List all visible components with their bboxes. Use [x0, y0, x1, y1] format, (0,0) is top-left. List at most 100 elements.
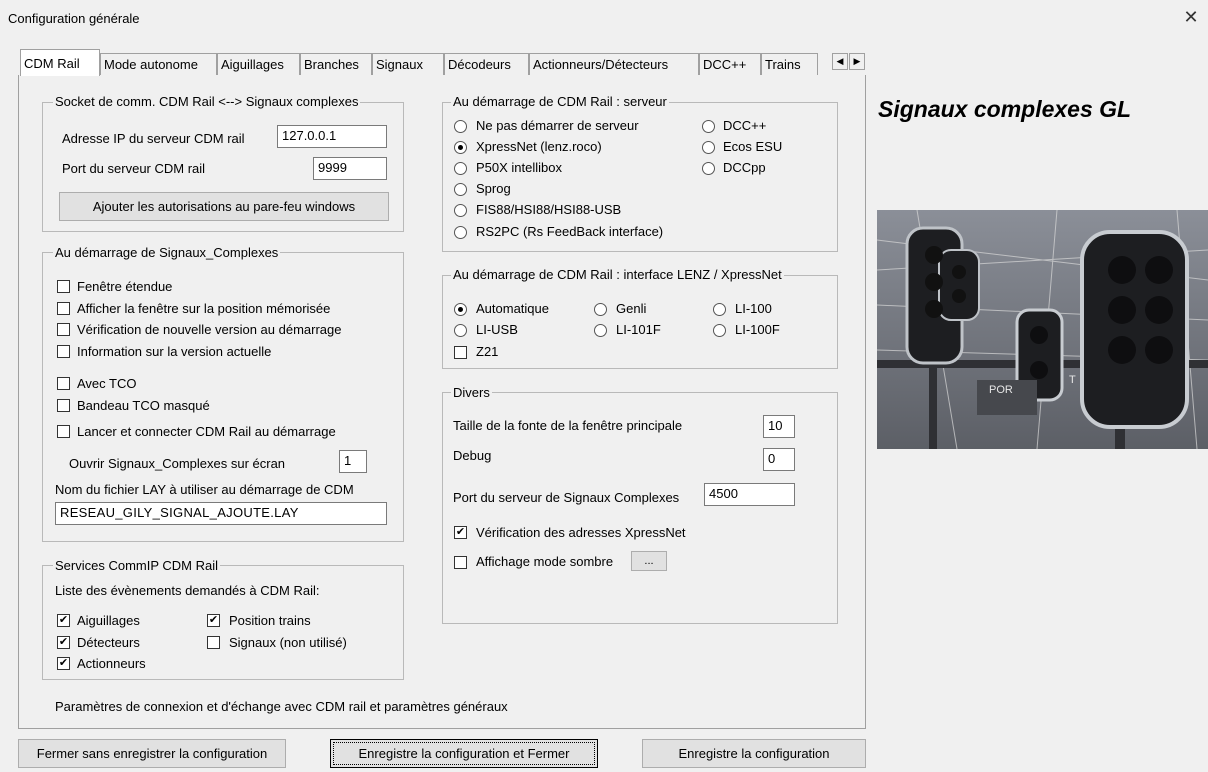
- startup-sc-legend: Au démarrage de Signaux_Complexes: [53, 245, 281, 260]
- check-update-label: Vérification de nouvelle version au déma…: [77, 322, 342, 337]
- debug-label: Debug: [453, 448, 492, 463]
- server-sprog-radio[interactable]: [454, 183, 467, 196]
- lenz-liusb-label: LI-USB: [476, 322, 518, 337]
- extended-window-checkbox[interactable]: [57, 280, 70, 293]
- launch-cdm-checkbox[interactable]: [57, 425, 70, 438]
- check-update-checkbox[interactable]: [57, 323, 70, 336]
- save-and-close-button[interactable]: Enregistre la configuration et Fermer: [330, 739, 598, 768]
- screen-input[interactable]: 1: [339, 450, 367, 473]
- photo-text-t: T: [1069, 374, 1076, 386]
- lenz-auto-radio[interactable]: [454, 303, 467, 316]
- z21-checkbox[interactable]: [454, 346, 467, 359]
- startup-sc-group: [42, 252, 404, 542]
- lenz-liusb-radio[interactable]: [454, 324, 467, 337]
- server-dccpp-plus-label: DCC++: [723, 118, 767, 133]
- server-ecos-label: Ecos ESU: [723, 139, 783, 154]
- server-p50x-label: P50X intellibox: [476, 160, 562, 175]
- position-trains-checkbox[interactable]: ✔: [207, 614, 220, 627]
- dark-mode-checkbox[interactable]: [454, 556, 467, 569]
- sc-port-input[interactable]: 4500: [704, 483, 795, 506]
- arrow-left-icon[interactable]: ◀: [832, 53, 848, 70]
- server-xpressnet-label: XpressNet (lenz.roco): [476, 139, 602, 154]
- screen-label: Ouvrir Signaux_Complexes sur écran: [69, 456, 286, 471]
- save-button[interactable]: Enregistre la configuration: [642, 739, 866, 768]
- services-intro: Liste des évènements demandés à CDM Rail…: [55, 583, 320, 598]
- aiguillages-label: Aiguillages: [77, 613, 140, 628]
- lenz-li100-radio[interactable]: [713, 303, 726, 316]
- dark-mode-options-button[interactable]: ...: [631, 551, 667, 571]
- dark-mode-label: Affichage mode sombre: [476, 554, 614, 569]
- server-xpressnet-radio[interactable]: [454, 141, 467, 154]
- lenz-genli-label: Genli: [616, 301, 647, 316]
- lenz-li100f-radio[interactable]: [713, 324, 726, 337]
- server-dccpp-plus-radio[interactable]: [702, 120, 715, 133]
- tab-trains[interactable]: Trains: [761, 53, 818, 75]
- server-none-radio[interactable]: [454, 120, 467, 133]
- signaux-checkbox[interactable]: [207, 636, 220, 649]
- server-dccpp-label: DCCpp: [723, 160, 766, 175]
- close-icon[interactable]: ✕: [1180, 6, 1202, 28]
- socket-group-legend: Socket de comm. CDM Rail <--> Signaux co…: [53, 94, 361, 109]
- server-p50x-radio[interactable]: [454, 162, 467, 175]
- extended-window-label: Fenêtre étendue: [77, 279, 173, 294]
- ip-label: Adresse IP du serveur CDM rail: [62, 131, 245, 146]
- services-legend: Services CommIP CDM Rail: [53, 558, 221, 573]
- lenz-legend: Au démarrage de CDM Rail : interface LEN…: [451, 267, 784, 282]
- lenz-li101f-radio[interactable]: [594, 324, 607, 337]
- position-trains-label: Position trains: [229, 613, 311, 628]
- divers-legend: Divers: [451, 385, 492, 400]
- lenz-genli-radio[interactable]: [594, 303, 607, 316]
- tab-mode-autonome[interactable]: Mode autonome: [100, 53, 217, 75]
- actionneurs-label: Actionneurs: [77, 656, 146, 671]
- version-info-checkbox[interactable]: [57, 345, 70, 358]
- version-info-label: Information sur la version actuelle: [77, 344, 272, 359]
- memorized-position-checkbox[interactable]: [57, 302, 70, 315]
- launch-cdm-label: Lancer et connecter CDM Rail au démarrag…: [77, 424, 336, 439]
- tab-decodeurs[interactable]: Décodeurs: [444, 53, 529, 75]
- font-size-label: Taille de la fonte de la fenêtre princip…: [453, 418, 683, 433]
- debug-input[interactable]: 0: [763, 448, 795, 471]
- arrow-right-icon[interactable]: ▶: [849, 53, 865, 70]
- with-tco-checkbox[interactable]: [57, 377, 70, 390]
- server-sprog-label: Sprog: [476, 181, 511, 196]
- server-fis88-radio[interactable]: [454, 204, 467, 217]
- lenz-auto-label: Automatique: [476, 301, 549, 316]
- lenz-li100f-label: LI-100F: [735, 322, 780, 337]
- aiguillages-checkbox[interactable]: ✔: [57, 614, 70, 627]
- ip-input[interactable]: 127.0.0.1: [277, 125, 387, 148]
- server-legend: Au démarrage de CDM Rail : serveur: [451, 94, 669, 109]
- verify-xpressnet-label: Vérification des adresses XpressNet: [476, 525, 686, 540]
- with-tco-label: Avec TCO: [77, 376, 137, 391]
- tab-aiguillages[interactable]: Aiguillages: [217, 53, 300, 75]
- signaux-label: Signaux (non utilisé): [229, 635, 347, 650]
- detecteurs-checkbox[interactable]: ✔: [57, 636, 70, 649]
- signals-photo: POR T: [877, 210, 1208, 449]
- sc-port-label: Port du serveur de Signaux Complexes: [453, 490, 680, 505]
- lenz-li101f-label: LI-101F: [616, 322, 661, 337]
- tab-cdm-rail[interactable]: CDM Rail: [20, 49, 100, 76]
- font-size-input[interactable]: 10: [763, 415, 795, 438]
- close-without-save-button[interactable]: Fermer sans enregistrer la configuration: [18, 739, 286, 768]
- tab-actionneurs-detecteurs[interactable]: Actionneurs/Détecteurs: [529, 53, 699, 75]
- server-rs2pc-label: RS2PC (Rs FeedBack interface): [476, 224, 664, 239]
- server-fis88-label: FIS88/HSI88/HSI88-USB: [476, 202, 622, 217]
- tab-signaux[interactable]: Signaux: [372, 53, 444, 75]
- z21-label: Z21: [476, 344, 499, 359]
- brand-title: Signaux complexes GL: [878, 96, 1132, 122]
- memorized-position-label: Afficher la fenêtre sur la position mémo…: [77, 301, 331, 316]
- server-rs2pc-radio[interactable]: [454, 226, 467, 239]
- tab-branches[interactable]: Branches: [300, 53, 372, 75]
- lay-input[interactable]: RESEAU_GILY_SIGNAL_AJOUTE.LAY: [55, 502, 387, 525]
- server-dccpp-radio[interactable]: [702, 162, 715, 175]
- server-none-label: Ne pas démarrer de serveur: [476, 118, 639, 133]
- actionneurs-checkbox[interactable]: ✔: [57, 657, 70, 670]
- tco-banner-checkbox[interactable]: [57, 399, 70, 412]
- photo-text-por: POR: [989, 384, 1013, 396]
- detecteurs-label: Détecteurs: [77, 635, 140, 650]
- firewall-button[interactable]: Ajouter les autorisations au pare-feu wi…: [59, 192, 389, 221]
- cdm-port-input[interactable]: 9999: [313, 157, 387, 180]
- server-ecos-radio[interactable]: [702, 141, 715, 154]
- tab-dccpp[interactable]: DCC++: [699, 53, 761, 75]
- cdm-port-label: Port du serveur CDM rail: [62, 161, 206, 176]
- verify-xpressnet-checkbox[interactable]: ✔: [454, 526, 467, 539]
